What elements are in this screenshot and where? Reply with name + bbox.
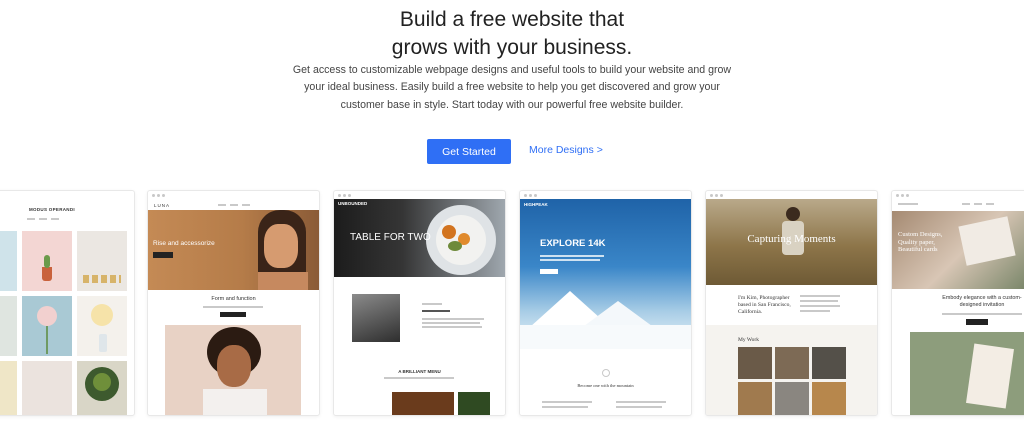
template-section-caption: Become one with the mountain [577, 383, 634, 388]
page-title: Build a free website that grows with you… [0, 6, 1024, 62]
gallery-tile [738, 347, 772, 379]
gallery-tile [0, 361, 17, 415]
template-brand: MODUS OPERANDI [29, 207, 75, 212]
description-line-3: customer base in style. Start today with… [340, 98, 684, 111]
template-intro-text: I'm Kim, Photographer based in San Franc… [738, 295, 791, 315]
template-hero-image [520, 199, 691, 349]
gallery-tile [812, 382, 846, 415]
gallery-tile [77, 231, 127, 291]
hero-description: Get access to customizable webpage desig… [290, 62, 734, 114]
template-brand: LUNA [154, 203, 171, 208]
gallery-tile [22, 296, 72, 356]
template-section-title: My Work [738, 337, 759, 343]
template-card-invitations[interactable]: Custom Designs, Quality paper, Beautiful… [891, 190, 1024, 416]
gallery-tile [77, 361, 127, 415]
template-chef-image [352, 294, 400, 342]
title-line-1: Build a free website that [399, 8, 625, 31]
template-card-luna[interactable]: LUNA Rise and accessorize Form and funct… [147, 190, 320, 416]
template-card-photographer[interactable]: Capturing Moments I'm Kim, Photographer … [705, 190, 878, 416]
template-food-image [392, 392, 454, 415]
description-line-2: your ideal business. Easily build a free… [304, 81, 720, 94]
template-hero-text: Capturing Moments [747, 233, 836, 245]
template-hero-text: Rise and accessorize [153, 240, 215, 247]
gallery-tile [812, 347, 846, 379]
template-portrait-image [165, 325, 301, 415]
more-designs-link[interactable]: More Designs > [529, 144, 603, 156]
template-hero-text: EXPLORE 14K [540, 238, 606, 249]
template-card-highpeak[interactable]: HIGHPEAK EXPLORE 14K Become one with the… [519, 190, 692, 416]
template-section-title: A BRILLIANT MENU [398, 369, 441, 374]
template-section-title: Form and function [211, 296, 256, 302]
gallery-tile [22, 231, 72, 291]
template-hero-image [148, 210, 319, 290]
template-card-modus-operandi[interactable]: MODUS OPERANDI [0, 190, 135, 416]
template-card-unbounded[interactable]: UNBOUNDED TABLE FOR TWO A BRILLIANT MENU [333, 190, 506, 416]
gallery-tile [775, 347, 809, 379]
title-line-2: grows with your business. [391, 36, 633, 59]
description-line-1: Get access to customizable webpage desig… [292, 64, 732, 76]
get-started-button[interactable]: Get Started [427, 139, 511, 164]
template-section-title: Embody elegance with a custom-designed i… [942, 295, 1022, 308]
gallery-tile [0, 231, 17, 291]
template-brand: UNBOUNDED [338, 201, 368, 206]
template-food-image [458, 392, 490, 415]
gallery-tile [22, 361, 72, 415]
gallery-tile [738, 382, 772, 415]
template-hero-text: TABLE FOR TWO [350, 232, 431, 243]
gallery-tile [775, 382, 809, 415]
template-invitation-image [910, 332, 1024, 415]
gallery-tile [77, 296, 127, 356]
gallery-tile [0, 296, 17, 356]
template-brand: HIGHPEAK [524, 202, 548, 207]
template-hero-text: Custom Designs, Quality paper, Beautiful… [898, 231, 943, 253]
